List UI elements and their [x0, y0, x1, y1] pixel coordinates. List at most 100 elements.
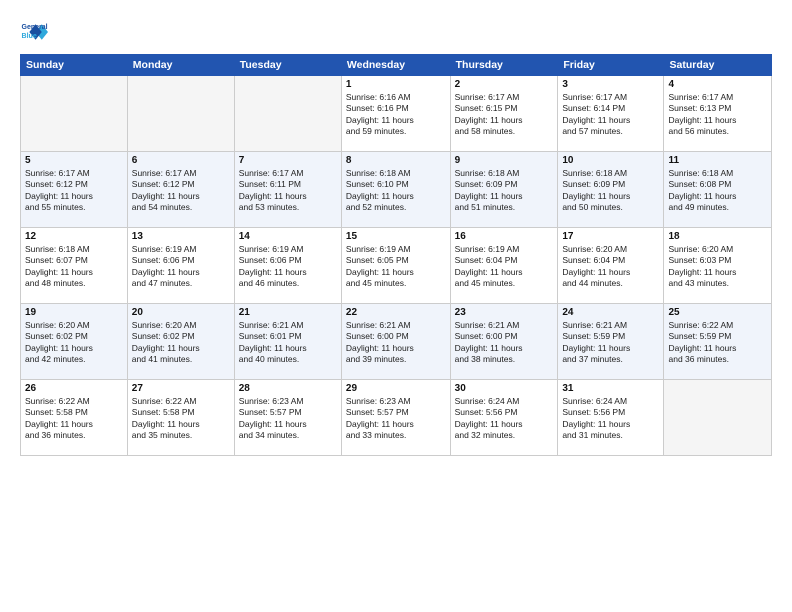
calendar-cell: [127, 76, 234, 152]
day-info: Sunrise: 6:18 AM Sunset: 6:07 PM Dayligh…: [25, 244, 123, 290]
day-number: 24: [562, 307, 659, 318]
day-number: 14: [239, 231, 337, 242]
day-info: Sunrise: 6:18 AM Sunset: 6:09 PM Dayligh…: [562, 168, 659, 214]
calendar-cell: 9 Sunrise: 6:18 AM Sunset: 6:09 PM Daylig…: [450, 152, 558, 228]
calendar-cell: [234, 76, 341, 152]
header: General Blue: [20, 18, 772, 46]
day-info: Sunrise: 6:20 AM Sunset: 6:04 PM Dayligh…: [562, 244, 659, 290]
day-info: Sunrise: 6:17 AM Sunset: 6:12 PM Dayligh…: [25, 168, 123, 214]
calendar-cell: 2Sunrise: 6:17 AM Sunset: 6:15 PM Daylig…: [450, 76, 558, 152]
calendar-cell: 11Sunrise: 6:18 AM Sunset: 6:08 PM Dayli…: [664, 152, 772, 228]
calendar-cell: 3Sunrise: 6:17 AM Sunset: 6:14 PM Daylig…: [558, 76, 664, 152]
weekday-header-sunday: Sunday: [21, 55, 128, 76]
svg-text:Blue: Blue: [22, 33, 37, 40]
day-number: 28: [239, 383, 337, 394]
day-info: Sunrise: 6:19 AM Sunset: 6:06 PM Dayligh…: [132, 244, 230, 290]
day-info: Sunrise: 6:17 AM Sunset: 6:11 PM Dayligh…: [239, 168, 337, 214]
svg-text:General: General: [22, 24, 48, 31]
day-number: 30: [455, 383, 554, 394]
day-info: Sunrise: 6:24 AM Sunset: 5:56 PM Dayligh…: [562, 396, 659, 442]
calendar-cell: 30 Sunrise: 6:24 AM Sunset: 5:56 PM Dayli…: [450, 380, 558, 456]
logo: General Blue: [20, 18, 48, 46]
day-number: 19: [25, 307, 123, 318]
day-number: 21: [239, 307, 337, 318]
day-number: 6: [132, 155, 230, 166]
calendar-cell: 7 Sunrise: 6:17 AM Sunset: 6:11 PM Daylig…: [234, 152, 341, 228]
day-number: 16: [455, 231, 554, 242]
calendar-cell: [21, 76, 128, 152]
weekday-header-monday: Monday: [127, 55, 234, 76]
day-number: 20: [132, 307, 230, 318]
calendar-week-row: 26Sunrise: 6:22 AM Sunset: 5:58 PM Dayli…: [21, 380, 772, 456]
calendar-cell: 10 Sunrise: 6:18 AM Sunset: 6:09 PM Dayli…: [558, 152, 664, 228]
day-number: 7: [239, 155, 337, 166]
calendar-week-row: 12 Sunrise: 6:18 AM Sunset: 6:07 PM Dayli…: [21, 228, 772, 304]
day-info: Sunrise: 6:22 AM Sunset: 5:58 PM Dayligh…: [25, 396, 123, 442]
day-number: 22: [346, 307, 446, 318]
calendar-table: SundayMondayTuesdayWednesdayThursdayFrid…: [20, 54, 772, 456]
weekday-header-tuesday: Tuesday: [234, 55, 341, 76]
day-number: 18: [668, 231, 767, 242]
day-number: 9: [455, 155, 554, 166]
day-number: 17: [562, 231, 659, 242]
calendar-cell: [664, 380, 772, 456]
calendar-week-row: 5 Sunrise: 6:17 AM Sunset: 6:12 PM Daylig…: [21, 152, 772, 228]
calendar-cell: 12 Sunrise: 6:18 AM Sunset: 6:07 PM Dayli…: [21, 228, 128, 304]
calendar-cell: 14Sunrise: 6:19 AM Sunset: 6:06 PM Dayli…: [234, 228, 341, 304]
calendar-cell: 20 Sunrise: 6:20 AM Sunset: 6:02 PM Dayli…: [127, 304, 234, 380]
day-info: Sunrise: 6:19 AM Sunset: 6:05 PM Dayligh…: [346, 244, 446, 290]
weekday-header-saturday: Saturday: [664, 55, 772, 76]
day-info: Sunrise: 6:17 AM Sunset: 6:12 PM Dayligh…: [132, 168, 230, 214]
day-number: 2: [455, 79, 554, 90]
day-number: 25: [668, 307, 767, 318]
day-info: Sunrise: 6:17 AM Sunset: 6:13 PM Dayligh…: [668, 92, 767, 138]
weekday-header-friday: Friday: [558, 55, 664, 76]
day-info: Sunrise: 6:20 AM Sunset: 6:02 PM Dayligh…: [132, 320, 230, 366]
day-info: Sunrise: 6:22 AM Sunset: 5:58 PM Dayligh…: [132, 396, 230, 442]
calendar-week-row: 1 Sunrise: 6:16 AM Sunset: 6:16 PM Daylig…: [21, 76, 772, 152]
calendar-cell: 16 Sunrise: 6:19 AM Sunset: 6:04 PM Dayli…: [450, 228, 558, 304]
day-number: 5: [25, 155, 123, 166]
calendar-cell: 1 Sunrise: 6:16 AM Sunset: 6:16 PM Daylig…: [341, 76, 450, 152]
day-info: Sunrise: 6:21 AM Sunset: 5:59 PM Dayligh…: [562, 320, 659, 366]
day-number: 13: [132, 231, 230, 242]
day-info: Sunrise: 6:21 AM Sunset: 6:00 PM Dayligh…: [455, 320, 554, 366]
day-info: Sunrise: 6:18 AM Sunset: 6:10 PM Dayligh…: [346, 168, 446, 214]
calendar-cell: 17 Sunrise: 6:20 AM Sunset: 6:04 PM Dayli…: [558, 228, 664, 304]
page: General Blue SundayMondayTuesdayWednesda…: [0, 0, 792, 612]
calendar-cell: 28 Sunrise: 6:23 AM Sunset: 5:57 PM Dayli…: [234, 380, 341, 456]
calendar-cell: 21 Sunrise: 6:21 AM Sunset: 6:01 PM Dayli…: [234, 304, 341, 380]
day-info: Sunrise: 6:16 AM Sunset: 6:16 PM Dayligh…: [346, 92, 446, 138]
calendar-week-row: 19 Sunrise: 6:20 AM Sunset: 6:02 PM Dayli…: [21, 304, 772, 380]
calendar-cell: 6 Sunrise: 6:17 AM Sunset: 6:12 PM Daylig…: [127, 152, 234, 228]
day-info: Sunrise: 6:22 AM Sunset: 5:59 PM Dayligh…: [668, 320, 767, 366]
day-number: 15: [346, 231, 446, 242]
weekday-header-row: SundayMondayTuesdayWednesdayThursdayFrid…: [21, 55, 772, 76]
day-info: Sunrise: 6:19 AM Sunset: 6:04 PM Dayligh…: [455, 244, 554, 290]
weekday-header-thursday: Thursday: [450, 55, 558, 76]
day-number: 10: [562, 155, 659, 166]
calendar-cell: 8 Sunrise: 6:18 AM Sunset: 6:10 PM Daylig…: [341, 152, 450, 228]
day-number: 11: [668, 155, 767, 166]
calendar-cell: 13 Sunrise: 6:19 AM Sunset: 6:06 PM Dayli…: [127, 228, 234, 304]
day-info: Sunrise: 6:17 AM Sunset: 6:14 PM Dayligh…: [562, 92, 659, 138]
day-info: Sunrise: 6:23 AM Sunset: 5:57 PM Dayligh…: [239, 396, 337, 442]
calendar-cell: 31Sunrise: 6:24 AM Sunset: 5:56 PM Dayli…: [558, 380, 664, 456]
day-number: 1: [346, 79, 446, 90]
day-number: 4: [668, 79, 767, 90]
day-number: 8: [346, 155, 446, 166]
day-info: Sunrise: 6:24 AM Sunset: 5:56 PM Dayligh…: [455, 396, 554, 442]
day-number: 23: [455, 307, 554, 318]
calendar-cell: 24 Sunrise: 6:21 AM Sunset: 5:59 PM Dayli…: [558, 304, 664, 380]
day-number: 12: [25, 231, 123, 242]
calendar-cell: 19Sunrise: 6:20 AM Sunset: 6:02 PM Dayli…: [21, 304, 128, 380]
day-info: Sunrise: 6:18 AM Sunset: 6:09 PM Dayligh…: [455, 168, 554, 214]
day-info: Sunrise: 6:21 AM Sunset: 6:00 PM Dayligh…: [346, 320, 446, 366]
calendar-cell: 25 Sunrise: 6:22 AM Sunset: 5:59 PM Dayli…: [664, 304, 772, 380]
calendar-cell: 15 Sunrise: 6:19 AM Sunset: 6:05 PM Dayli…: [341, 228, 450, 304]
calendar-cell: 22 Sunrise: 6:21 AM Sunset: 6:00 PM Dayli…: [341, 304, 450, 380]
calendar-cell: 27Sunrise: 6:22 AM Sunset: 5:58 PM Dayli…: [127, 380, 234, 456]
day-info: Sunrise: 6:23 AM Sunset: 5:57 PM Dayligh…: [346, 396, 446, 442]
day-info: Sunrise: 6:21 AM Sunset: 6:01 PM Dayligh…: [239, 320, 337, 366]
weekday-header-wednesday: Wednesday: [341, 55, 450, 76]
